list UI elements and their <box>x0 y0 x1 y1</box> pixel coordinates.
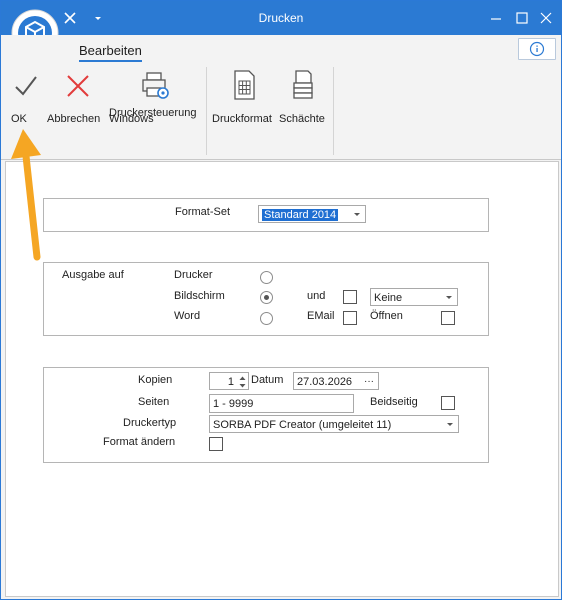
ribbon: OK Abbrechen Windows Druckersteuerung Dr… <box>1 63 561 160</box>
change-format-label: Format ändern <box>103 436 176 448</box>
change-format-checkbox[interactable] <box>209 437 223 451</box>
print-format-label: Druckformat <box>212 113 272 125</box>
pages-input[interactable]: 1 - 9999 <box>209 394 354 413</box>
option-screen-label: Bildschirm <box>174 290 225 302</box>
ok-button[interactable]: OK <box>11 67 41 125</box>
printer-type-select[interactable]: SORBA PDF Creator (umgeleitet 11) <box>209 415 459 433</box>
copies-stepper[interactable]: 1 <box>209 372 249 390</box>
window-title: Drucken <box>258 11 304 25</box>
chevron-down-icon <box>354 213 360 216</box>
printer-type-value: SORBA PDF Creator (umgeleitet 11) <box>213 419 392 431</box>
copies-label: Kopien <box>138 374 173 386</box>
pages-label: Seiten <box>138 396 170 408</box>
radio-word[interactable] <box>260 312 273 325</box>
email-label: EMail <box>307 310 335 322</box>
quick-access-dropdown-icon[interactable] <box>87 7 109 29</box>
and-checkbox[interactable] <box>343 290 357 304</box>
windows-printer-settings-button[interactable]: Windows Druckersteuerung <box>109 67 201 125</box>
tab-bearbeiten[interactable]: Bearbeiten <box>79 43 142 62</box>
duplex-checkbox[interactable] <box>441 396 455 410</box>
format-set-select[interactable]: Standard 2014 <box>258 205 366 223</box>
output-group: Ausgabe auf Drucker Bildschirm Word und … <box>43 262 489 336</box>
duplex-label: Beidseitig <box>370 396 418 408</box>
date-label: Datum <box>251 374 284 386</box>
chevron-down-icon <box>447 423 453 426</box>
print-format-icon <box>234 70 255 100</box>
title-bar: Drucken <box>1 1 561 35</box>
printer-settings-icon <box>142 72 169 99</box>
trays-label: Schächte <box>279 113 325 125</box>
quick-close-icon[interactable] <box>59 7 81 29</box>
ribbon-separator <box>206 67 207 155</box>
spin-arrows-icon[interactable] <box>239 374 246 390</box>
format-set-group: Format-Set Standard 2014 <box>43 198 489 232</box>
output-target-select[interactable]: Keine <box>370 288 458 306</box>
format-set-value: Standard 2014 <box>262 209 339 221</box>
printer-type-label: Druckertyp <box>123 417 177 429</box>
trays-button[interactable]: Schächte <box>279 67 327 125</box>
output-label: Ausgabe auf <box>62 269 124 281</box>
print-format-button[interactable]: Druckformat <box>212 67 276 125</box>
and-label: und <box>307 290 326 302</box>
chevron-down-icon <box>446 296 452 299</box>
trays-icon <box>293 70 313 99</box>
copies-value: 1 <box>227 376 234 388</box>
option-printer-label: Drucker <box>174 269 213 281</box>
date-value: 27.03.2026 <box>297 376 353 388</box>
email-checkbox[interactable] <box>343 311 357 325</box>
info-button[interactable] <box>518 38 556 60</box>
radio-screen[interactable] <box>260 291 273 304</box>
print-settings-group: Kopien 1 Datum 27.03.2026 ··· Seiten 1 -… <box>43 367 489 463</box>
open-checkbox[interactable] <box>441 311 455 325</box>
cancel-x-icon <box>67 75 89 97</box>
ribbon-tab-bar: Bearbeiten <box>1 35 561 63</box>
windows-printer-label-2: Druckersteuerung <box>109 107 197 119</box>
close-window-icon[interactable] <box>529 1 562 35</box>
option-word-label: Word <box>174 310 201 322</box>
radio-printer[interactable] <box>260 271 273 284</box>
ribbon-separator <box>333 67 334 155</box>
date-field[interactable]: 27.03.2026 ··· <box>293 372 379 390</box>
cancel-button[interactable]: Abbrechen <box>47 67 109 125</box>
dialog-content: Format-Set Standard 2014 Ausgabe auf Dru… <box>5 161 559 597</box>
date-picker-button[interactable]: ··· <box>364 373 374 391</box>
annotation-arrow-icon <box>11 129 41 261</box>
format-set-label: Format-Set <box>175 206 231 218</box>
open-label: Öffnen <box>370 310 403 322</box>
print-dialog: Drucken Bearbeiten OK Abbrechen Windows … <box>0 0 562 600</box>
output-target-value: Keine <box>374 292 403 304</box>
pages-value: 1 - 9999 <box>213 398 254 410</box>
checkmark-icon <box>15 76 37 96</box>
